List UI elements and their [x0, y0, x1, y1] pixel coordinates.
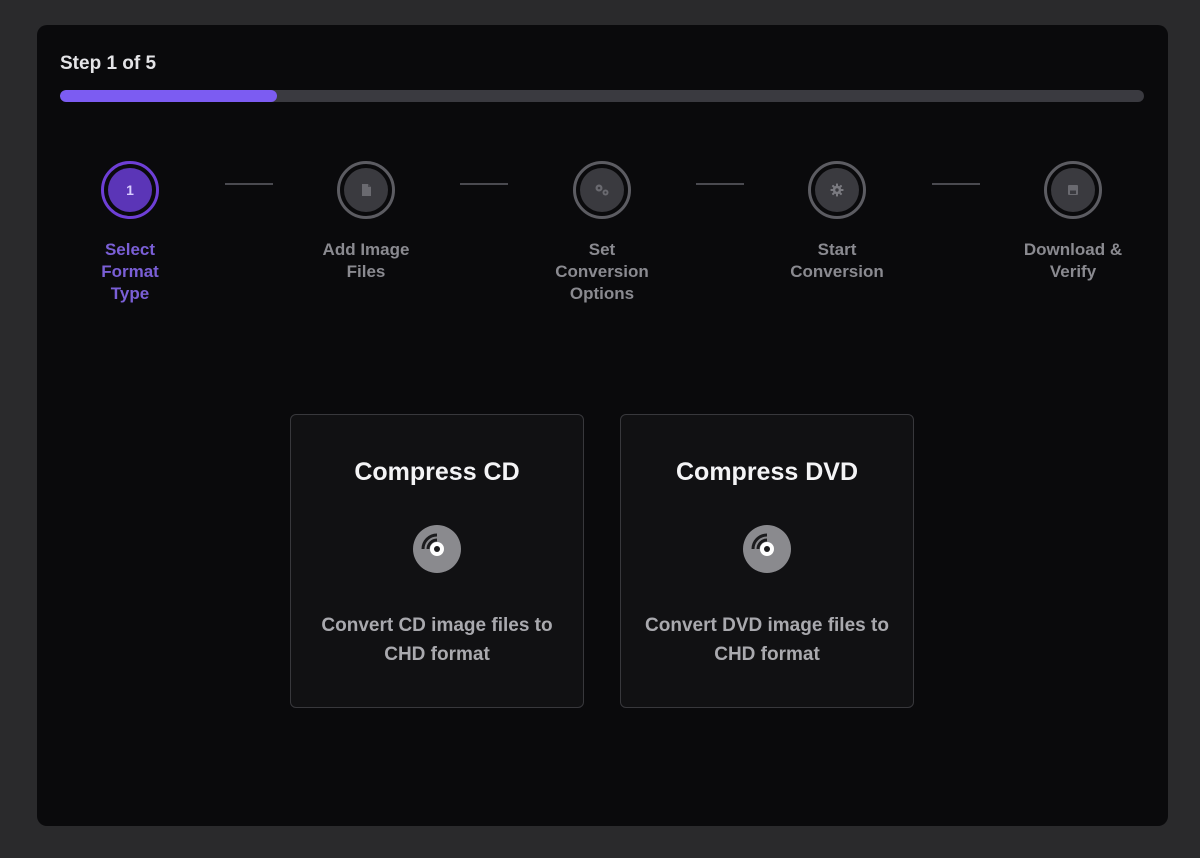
- step-title: Download & Verify: [1023, 240, 1123, 281]
- card-title: Compress DVD: [676, 458, 858, 486]
- step-connector: [460, 183, 508, 185]
- card-title: Compress CD: [354, 458, 520, 486]
- step-start-conversion[interactable]: Start Conversion: [767, 161, 907, 283]
- step-number: 1: [108, 168, 152, 212]
- wizard-panel: Step 1 of 5 1 Select Format Type Add Ima…: [37, 25, 1168, 826]
- card-description: Convert CD image files to CHD format: [321, 615, 553, 665]
- step-counter: Step 1 of 5: [60, 53, 157, 74]
- compress-dvd-card[interactable]: Compress DVD Convert DVD image files to …: [620, 414, 914, 708]
- step-connector: [932, 183, 980, 185]
- step-connector: [225, 183, 273, 185]
- disc-icon: [413, 525, 461, 573]
- compress-cd-card[interactable]: Compress CD Convert CD image files to CH…: [290, 414, 584, 708]
- step-circle: [808, 161, 866, 219]
- step-title: Start Conversion: [790, 240, 884, 281]
- step-circle: [1044, 161, 1102, 219]
- disc-icon: [743, 525, 791, 573]
- step-add-image-files[interactable]: Add Image Files: [296, 161, 436, 283]
- step-title: Add Image Files: [322, 240, 410, 281]
- step-title: Select Format Type: [101, 240, 159, 303]
- step-set-conversion-options[interactable]: Set Conversion Options: [532, 161, 672, 305]
- step-circle: [337, 161, 395, 219]
- step-circle: [573, 161, 631, 219]
- progress-fill: [60, 90, 277, 102]
- save-icon: [1051, 168, 1095, 212]
- progress-bar: [60, 90, 1144, 102]
- gears-icon: [580, 168, 624, 212]
- card-description: Convert DVD image files to CHD format: [645, 615, 889, 665]
- gear-icon: [815, 168, 859, 212]
- step-select-format-type[interactable]: 1 Select Format Type: [60, 161, 200, 305]
- file-icon: [344, 168, 388, 212]
- step-circle: 1: [101, 161, 159, 219]
- step-download-verify[interactable]: Download & Verify: [1003, 161, 1143, 283]
- step-title: Set Conversion Options: [555, 240, 649, 303]
- step-connector: [696, 183, 744, 185]
